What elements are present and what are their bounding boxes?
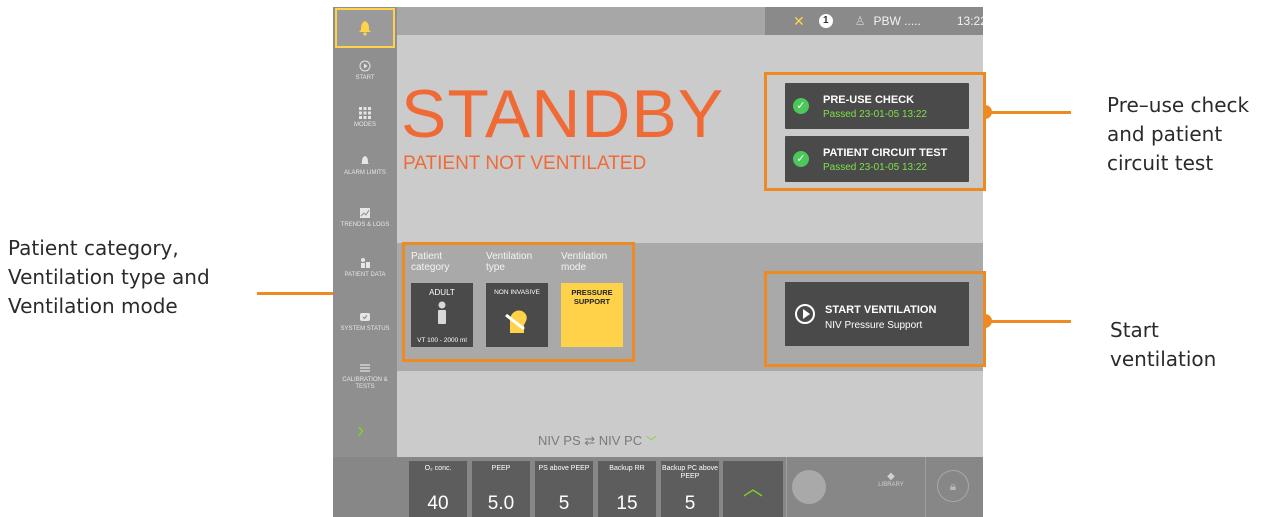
alarm-silenced-icon[interactable]: ✕ (793, 13, 805, 30)
param-peep[interactable]: PEEP 5.0 (472, 461, 530, 517)
play-circle-icon (359, 60, 371, 72)
callout-line-right-bottom (986, 320, 1071, 323)
callout-start-ventilation: Start ventilation (1110, 318, 1217, 371)
sidebar-item-trends-logs[interactable]: TRENDS & LOGS (333, 207, 397, 229)
status-title: STANDBY (401, 76, 725, 152)
mode-toggle[interactable]: NIV PS ⇄ NIV PC ﹀ (538, 433, 657, 449)
param-ps-above-peep[interactable]: PS above PEEP 5 (535, 461, 593, 517)
sidebar: START MODES ALARM LIMITS TRENDS & LOGS P… (333, 7, 397, 457)
person-icon: ♙ (854, 14, 866, 28)
sidebar-expand-chevron-icon[interactable]: › (357, 417, 364, 443)
callout-patient-category: Patient category, Ventilation type and V… (8, 236, 210, 318)
highlight-selection (402, 242, 635, 362)
sidebar-item-start[interactable]: START (333, 60, 397, 82)
sidebar-item-patient-data[interactable]: PATIENT DATA (333, 257, 397, 279)
alarm-icon (361, 156, 369, 164)
patient-icon (361, 258, 370, 268)
trends-icon (360, 208, 370, 218)
library-icon: ◆ (887, 471, 895, 482)
param-backup-rr[interactable]: Backup RR 15 (598, 461, 656, 517)
highlight-start (764, 271, 986, 367)
param-backup-pc[interactable]: Backup PC above PEEP 5 (661, 461, 719, 517)
sidebar-item-system-status[interactable]: SYSTEM STATUS (333, 311, 397, 333)
system-icon (360, 313, 370, 321)
param-o2-conc[interactable]: O₂ conc. 40 (409, 461, 467, 517)
highlight-checks (764, 72, 986, 191)
sidebar-item-calibration-tests[interactable]: CALIBRATION & TESTS (333, 362, 397, 391)
library-button[interactable]: ◆ LIBRARY (873, 471, 909, 488)
lock-icon[interactable]: 🔒︎ (937, 470, 969, 502)
sidebar-item-modes[interactable]: MODES (333, 107, 397, 129)
callout-line-right-top (986, 111, 1071, 114)
status-subtitle: PATIENT NOT VENTILATED (403, 153, 647, 174)
notice-icon[interactable]: 1 (818, 14, 833, 28)
status-area: ✕ 1 ♙ PBW ..... 13:22 ◀ ▭ ϟ (765, 7, 983, 35)
alarm-bell-button[interactable] (335, 8, 395, 48)
divider (786, 457, 787, 517)
bell-icon (359, 21, 371, 36)
parameter-bar: O₂ conc. 40 PEEP 5.0 PS above PEEP 5 Bac… (333, 457, 983, 517)
callout-preuse-check: Pre–use check and patient circuit test (1107, 93, 1250, 175)
sidebar-item-alarm-limits[interactable]: ALARM LIMITS (333, 155, 397, 177)
divider (925, 457, 926, 517)
chevron-down-icon: ﹀ (645, 436, 657, 448)
pbw-label: PBW ..... (873, 14, 921, 28)
camera-button[interactable] (792, 470, 826, 504)
top-bar: ✕ 1 ♙ PBW ..... 13:22 ◀ ▭ ϟ (397, 7, 983, 35)
more-params-chevron-up-icon[interactable]: ︿ (723, 461, 783, 517)
grid-icon (359, 107, 371, 119)
calibration-icon (360, 364, 370, 372)
clock: 13:22 (956, 14, 983, 28)
